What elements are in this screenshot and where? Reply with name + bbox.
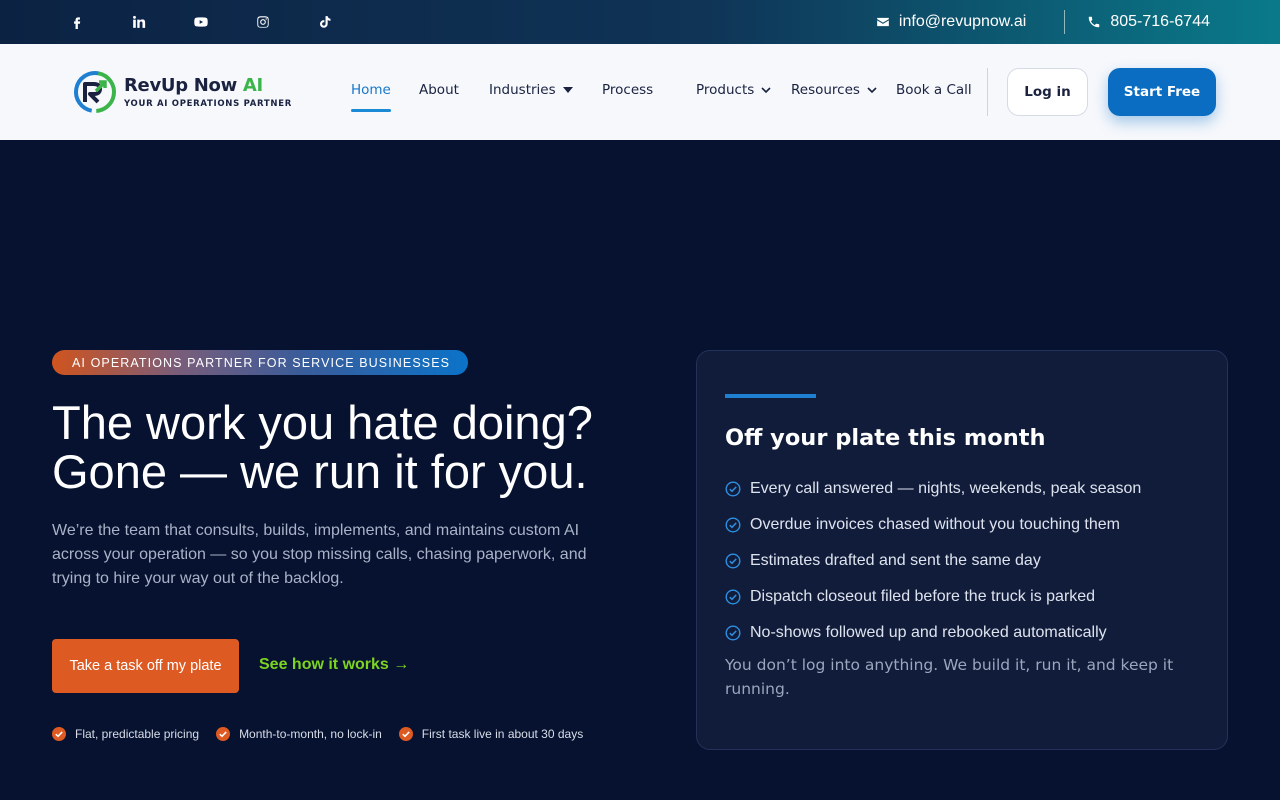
instagram-icon: [257, 16, 269, 28]
main-navigation: RevUp Now AI YOUR AI OPERATIONS PARTNER …: [0, 44, 1280, 140]
nav-item-about[interactable]: About: [419, 82, 459, 98]
list-item: Estimates drafted and sent the same day: [725, 543, 1141, 579]
logo-name: RevUp Now AI: [124, 75, 263, 96]
nav-divider: [987, 68, 988, 116]
phone-icon: [1089, 16, 1100, 28]
perks-list: Flat, predictable pricing Month-to-month…: [52, 727, 600, 741]
nav-item-home[interactable]: Home: [351, 82, 391, 112]
perk-item: Flat, predictable pricing: [52, 727, 199, 741]
card-footer-text: You don’t log into anything. We build it…: [725, 656, 1174, 698]
nav-item-book-a-call[interactable]: Book a Call: [896, 82, 972, 98]
list-item: Dispatch closeout filed before the truck…: [725, 579, 1141, 615]
perk-item: First task live in about 30 days: [398, 727, 583, 741]
login-button[interactable]: Log in: [1007, 68, 1088, 116]
check-circle-icon: [725, 481, 741, 497]
email-text: info@revupnow.ai: [898, 13, 1027, 30]
check-circle-icon: [52, 727, 66, 741]
check-circle-icon: [725, 553, 741, 569]
logo-tagline: YOUR AI OPERATIONS PARTNER: [124, 99, 292, 109]
hero-badge: AI OPERATIONS PARTNER FOR SERVICE BUSINE…: [52, 350, 469, 375]
check-circle-icon: [725, 517, 741, 533]
card-title: Off your plate this month: [725, 425, 1046, 451]
chevron-down-icon: [761, 86, 771, 93]
list-item: Every call answered — nights, weekends, …: [725, 471, 1141, 507]
phone-link[interactable]: 805-716-6744: [1087, 13, 1210, 31]
linkedin-link[interactable]: [122, 5, 156, 39]
tiktok-link[interactable]: [308, 5, 342, 39]
headline-line-1: The work you hate doing?: [52, 396, 593, 449]
see-how-it-works-link[interactable]: See how it works →: [259, 656, 409, 674]
perk-item: Month-to-month, no lock-in: [216, 727, 382, 741]
list-item: Overdue invoices chased without you touc…: [725, 507, 1141, 543]
take-task-button[interactable]: Take a task off my plate: [52, 639, 239, 693]
phone-text: 805-716-6744: [1110, 13, 1210, 30]
youtube-icon: [194, 17, 208, 27]
email-link[interactable]: info@revupnow.ai: [876, 13, 1026, 31]
headline-line-2: Gone — we run it for you.: [52, 445, 588, 498]
social-links: [60, 0, 370, 44]
nav-item-industries[interactable]: Industries: [489, 82, 573, 98]
check-circle-icon: [398, 727, 413, 741]
nav-item-resources[interactable]: Resources: [791, 82, 877, 98]
card-checklist: Every call answered — nights, weekends, …: [725, 471, 1141, 651]
logo[interactable]: RevUp Now AI YOUR AI OPERATIONS PARTNER: [72, 69, 292, 115]
check-circle-icon: [725, 625, 741, 641]
hero-subtext: We’re the team that consults, builds, im…: [52, 522, 587, 587]
nav-item-products[interactable]: Products: [696, 82, 771, 98]
start-free-button[interactable]: Start Free: [1108, 68, 1216, 116]
instagram-link[interactable]: [246, 5, 280, 39]
facebook-link[interactable]: [60, 5, 94, 39]
top-bar: info@revupnow.ai 805-716-6744: [0, 0, 1280, 44]
contact-info: info@revupnow.ai 805-716-6744: [876, 0, 1210, 44]
facebook-icon: [74, 17, 81, 29]
envelope-icon: [877, 17, 889, 27]
hero-section: AI OPERATIONS PARTNER FOR SERVICE BUSINE…: [0, 140, 1280, 800]
plate-card: Off your plate this month Every call ans…: [696, 350, 1228, 750]
hero-headline: The work you hate doing? Gone — we run i…: [52, 398, 652, 496]
chevron-down-icon: [867, 86, 877, 93]
linkedin-icon: [133, 15, 146, 28]
youtube-link[interactable]: [184, 5, 218, 39]
active-indicator: [351, 109, 391, 112]
logo-mark-icon: [74, 71, 116, 113]
nav-item-process[interactable]: Process: [602, 82, 653, 98]
list-item: No-shows followed up and rebooked automa…: [725, 615, 1141, 651]
logo-text: RevUp Now AI YOUR AI OPERATIONS PARTNER: [124, 75, 292, 109]
tiktok-icon: [319, 16, 331, 28]
caret-down-icon: [562, 86, 573, 93]
card-accent-bar: [725, 394, 816, 398]
check-circle-icon: [725, 589, 741, 605]
check-circle-icon: [216, 727, 231, 741]
contact-divider: [1064, 10, 1066, 34]
